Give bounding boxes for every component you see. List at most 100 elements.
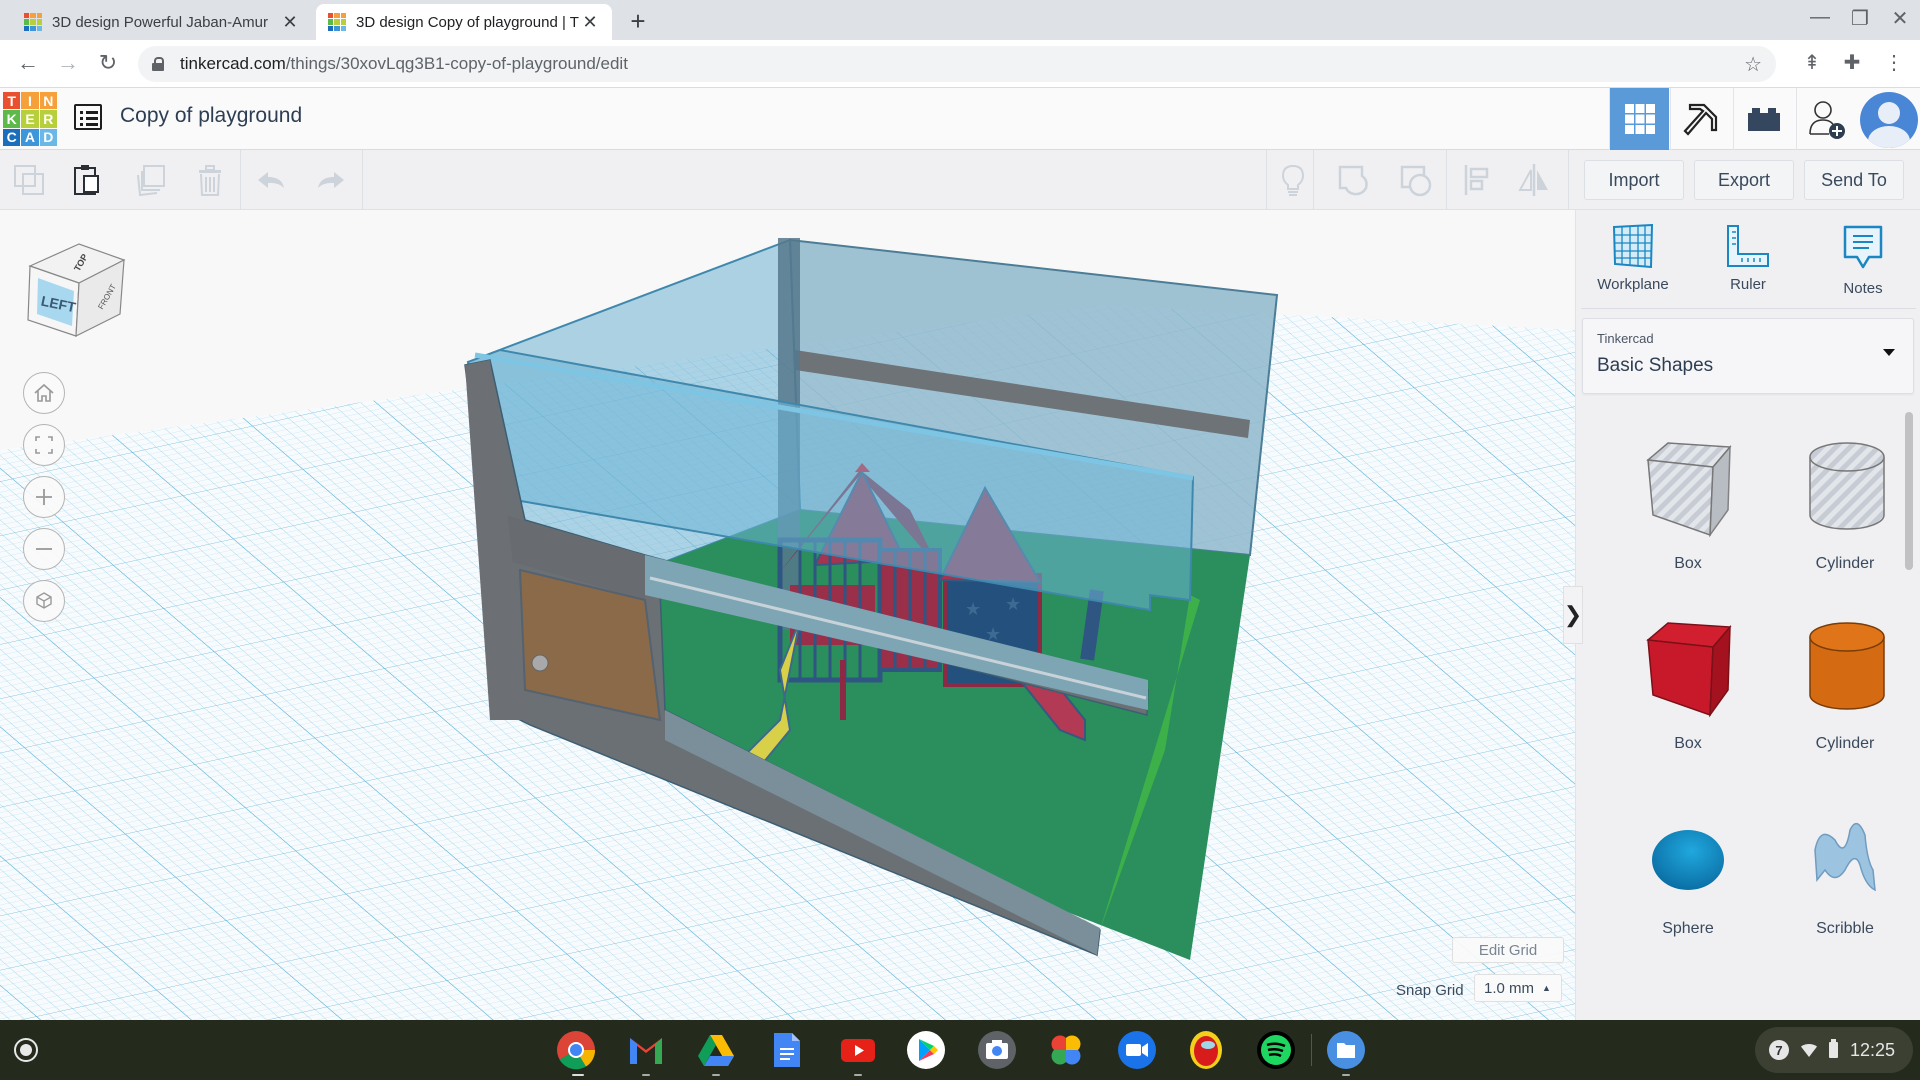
- snap-grid-select[interactable]: 1.0 mm ▲: [1474, 974, 1562, 1002]
- red-box-icon: [1646, 622, 1732, 718]
- browser-tab-active[interactable]: 3D design Copy of playground | T ✕: [316, 4, 612, 40]
- browser-tab[interactable]: 3D design Powerful Jaban-Amur ✕: [12, 4, 312, 40]
- export-button[interactable]: Export: [1694, 160, 1794, 200]
- toolbar-divider: [1568, 150, 1569, 210]
- launcher-button[interactable]: [14, 1038, 38, 1062]
- collapse-panel-button[interactable]: ❯: [1563, 586, 1583, 644]
- lightbulb-icon[interactable]: [1275, 162, 1311, 198]
- app-header: T I N K E R C A D Copy of playground: [0, 88, 1920, 150]
- 3d-design-view-button[interactable]: [1609, 88, 1669, 150]
- extensions-puzzle-icon[interactable]: ✚: [1838, 50, 1866, 75]
- duplicate-icon[interactable]: [132, 162, 168, 198]
- sphere-icon: [1652, 830, 1724, 890]
- workplane-scene[interactable]: ★★★★★: [0, 210, 1575, 1020]
- shape-library-dropdown[interactable]: Tinkercad Basic Shapes: [1582, 318, 1914, 394]
- zoom-out-button[interactable]: [23, 528, 65, 570]
- ruler-tool[interactable]: Ruler: [1698, 224, 1798, 293]
- zoom-app-icon[interactable]: [1117, 1030, 1157, 1070]
- toolbar-divider: [1446, 150, 1447, 210]
- zoom-in-button[interactable]: [23, 476, 65, 518]
- running-indicator: [1342, 1074, 1350, 1076]
- browser-menu-icon[interactable]: ⋮: [1880, 50, 1908, 75]
- library-source: Tinkercad: [1597, 331, 1654, 346]
- camera-app-icon[interactable]: [977, 1030, 1017, 1070]
- 3d-viewport[interactable]: ★★★★★ LEFT TOP FRONT: [0, 210, 1575, 1020]
- forward-icon[interactable]: →: [54, 50, 82, 76]
- os-shelf: 7 12:25: [0, 1020, 1920, 1080]
- youtube-app-icon[interactable]: [838, 1030, 878, 1070]
- viewcube[interactable]: LEFT TOP FRONT: [24, 238, 134, 348]
- running-indicator: [572, 1074, 584, 1076]
- shape-cylinder-hole[interactable]: Cylinder: [1770, 435, 1920, 573]
- ungroup-icon[interactable]: [1398, 162, 1434, 198]
- copy-icon[interactable]: [12, 162, 48, 198]
- trash-icon[interactable]: [192, 162, 228, 198]
- running-indicator: [642, 1074, 650, 1076]
- gmail-app-icon[interactable]: [626, 1030, 666, 1070]
- notes-tool[interactable]: Notes: [1813, 224, 1913, 297]
- snap-grid-label: Snap Grid: [1396, 982, 1464, 999]
- close-tab-icon[interactable]: ✕: [580, 12, 600, 33]
- close-tab-icon[interactable]: ✕: [280, 12, 300, 33]
- design-title[interactable]: Copy of playground: [120, 104, 302, 128]
- shape-label: Box: [1674, 555, 1702, 572]
- notification-count-badge: 7: [1769, 1040, 1789, 1060]
- workplane-tool[interactable]: Workplane: [1583, 224, 1683, 293]
- status-tray[interactable]: 7 12:25: [1755, 1027, 1913, 1073]
- ruler-icon: [1727, 225, 1769, 267]
- shape-scribble[interactable]: Scribble: [1770, 810, 1920, 938]
- home-view-button[interactable]: [23, 372, 65, 414]
- reload-icon[interactable]: ↻: [94, 50, 122, 76]
- orthographic-toggle-button[interactable]: [23, 580, 65, 622]
- extension-tree-icon[interactable]: ⇞: [1798, 50, 1826, 75]
- shape-cylinder[interactable]: Cylinder: [1770, 615, 1920, 753]
- group-icon[interactable]: [1336, 162, 1372, 198]
- logo-letter: T: [3, 92, 21, 110]
- paste-icon[interactable]: [70, 162, 106, 198]
- invite-user-button[interactable]: [1796, 88, 1856, 150]
- back-icon[interactable]: ←: [14, 50, 42, 76]
- add-user-icon: [1808, 101, 1845, 139]
- svg-text:★: ★: [1005, 594, 1021, 614]
- photos-app-icon[interactable]: [1046, 1030, 1086, 1070]
- dropdown-caret-icon: [1883, 349, 1895, 356]
- among-us-app-icon[interactable]: [1186, 1030, 1226, 1070]
- shape-box[interactable]: Box: [1613, 615, 1763, 753]
- chrome-app-icon[interactable]: [556, 1030, 596, 1070]
- shape-label: Cylinder: [1815, 735, 1875, 752]
- bookmark-star-icon[interactable]: ☆: [1744, 52, 1762, 77]
- minimize-icon[interactable]: —: [1806, 6, 1834, 29]
- undo-icon[interactable]: [254, 162, 290, 198]
- grid-icon: [1624, 104, 1655, 134]
- panel-scrollbar[interactable]: [1905, 412, 1913, 570]
- door-knob: [531, 654, 549, 672]
- drive-app-icon[interactable]: [696, 1030, 736, 1070]
- workplane-label: Workplane: [1597, 276, 1669, 293]
- user-avatar[interactable]: [1860, 92, 1918, 148]
- play-store-app-icon[interactable]: [906, 1030, 946, 1070]
- redo-icon[interactable]: [312, 162, 348, 198]
- align-icon[interactable]: [1460, 162, 1496, 198]
- spotify-app-icon[interactable]: [1256, 1030, 1296, 1070]
- edit-grid-button[interactable]: Edit Grid: [1452, 937, 1564, 963]
- shape-box-hole[interactable]: Box: [1613, 435, 1763, 573]
- import-button[interactable]: Import: [1584, 160, 1684, 200]
- plus-icon: [36, 489, 52, 505]
- fit-all-button[interactable]: [23, 424, 65, 466]
- docs-app-icon[interactable]: [766, 1030, 806, 1070]
- files-app-icon[interactable]: [1326, 1030, 1366, 1070]
- restore-icon[interactable]: ❐: [1846, 6, 1874, 31]
- bricks-view-button[interactable]: [1733, 88, 1793, 150]
- tinkercad-logo[interactable]: T I N K E R C A D: [3, 92, 57, 146]
- perspective-cube-icon: [36, 592, 52, 609]
- tinkercad-favicon: [24, 13, 42, 31]
- codeblocks-view-button[interactable]: [1670, 88, 1730, 150]
- caret-up-icon: ▲: [1542, 983, 1551, 993]
- send-to-button[interactable]: Send To: [1804, 160, 1904, 200]
- close-window-icon[interactable]: ✕: [1886, 6, 1914, 31]
- url-input[interactable]: tinkercad.com/things/30xovLqg3B1-copy-of…: [138, 46, 1776, 82]
- design-list-icon[interactable]: [74, 104, 102, 130]
- shape-sphere[interactable]: Sphere: [1613, 810, 1763, 938]
- new-tab-button[interactable]: +: [624, 6, 652, 37]
- mirror-icon[interactable]: [1516, 162, 1552, 198]
